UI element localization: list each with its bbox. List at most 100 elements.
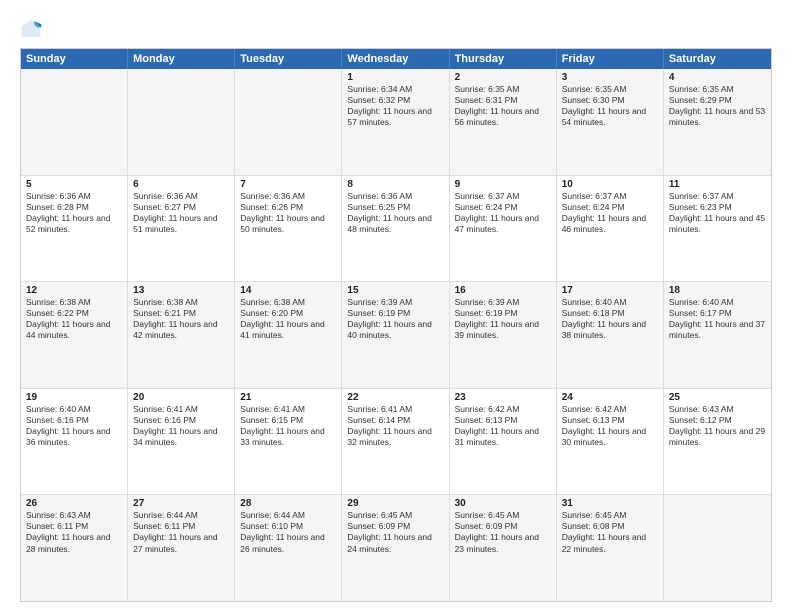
calendar-cell: 4Sunrise: 6:35 AM Sunset: 6:29 PM Daylig… xyxy=(664,69,771,175)
cell-info-text: Sunrise: 6:41 AM Sunset: 6:15 PM Dayligh… xyxy=(240,404,336,448)
calendar-cell: 7Sunrise: 6:36 AM Sunset: 6:26 PM Daylig… xyxy=(235,176,342,282)
cell-info-text: Sunrise: 6:36 AM Sunset: 6:26 PM Dayligh… xyxy=(240,191,336,235)
calendar-cell: 26Sunrise: 6:43 AM Sunset: 6:11 PM Dayli… xyxy=(21,495,128,601)
calendar-cell: 31Sunrise: 6:45 AM Sunset: 6:08 PM Dayli… xyxy=(557,495,664,601)
cell-info-text: Sunrise: 6:39 AM Sunset: 6:19 PM Dayligh… xyxy=(455,297,551,341)
cell-info-text: Sunrise: 6:37 AM Sunset: 6:24 PM Dayligh… xyxy=(562,191,658,235)
calendar-row: 5Sunrise: 6:36 AM Sunset: 6:28 PM Daylig… xyxy=(21,176,771,283)
calendar-cell: 24Sunrise: 6:42 AM Sunset: 6:13 PM Dayli… xyxy=(557,389,664,495)
calendar-cell xyxy=(235,69,342,175)
calendar: SundayMondayTuesdayWednesdayThursdayFrid… xyxy=(20,48,772,602)
cell-info-text: Sunrise: 6:45 AM Sunset: 6:09 PM Dayligh… xyxy=(455,510,551,554)
cell-info-text: Sunrise: 6:42 AM Sunset: 6:13 PM Dayligh… xyxy=(455,404,551,448)
calendar-row: 26Sunrise: 6:43 AM Sunset: 6:11 PM Dayli… xyxy=(21,495,771,601)
calendar-body: 1Sunrise: 6:34 AM Sunset: 6:32 PM Daylig… xyxy=(21,69,771,601)
calendar-cell xyxy=(21,69,128,175)
calendar-header-cell: Sunday xyxy=(21,49,128,69)
calendar-cell: 10Sunrise: 6:37 AM Sunset: 6:24 PM Dayli… xyxy=(557,176,664,282)
cell-info-text: Sunrise: 6:38 AM Sunset: 6:22 PM Dayligh… xyxy=(26,297,122,341)
calendar-cell: 28Sunrise: 6:44 AM Sunset: 6:10 PM Dayli… xyxy=(235,495,342,601)
calendar-header-cell: Saturday xyxy=(664,49,771,69)
calendar-header-cell: Thursday xyxy=(450,49,557,69)
day-number: 4 xyxy=(669,72,766,83)
calendar-cell: 14Sunrise: 6:38 AM Sunset: 6:20 PM Dayli… xyxy=(235,282,342,388)
calendar-cell: 27Sunrise: 6:44 AM Sunset: 6:11 PM Dayli… xyxy=(128,495,235,601)
calendar-cell: 22Sunrise: 6:41 AM Sunset: 6:14 PM Dayli… xyxy=(342,389,449,495)
day-number: 13 xyxy=(133,285,229,296)
calendar-row: 12Sunrise: 6:38 AM Sunset: 6:22 PM Dayli… xyxy=(21,282,771,389)
calendar-cell: 18Sunrise: 6:40 AM Sunset: 6:17 PM Dayli… xyxy=(664,282,771,388)
day-number: 3 xyxy=(562,72,658,83)
page: SundayMondayTuesdayWednesdayThursdayFrid… xyxy=(0,0,792,612)
cell-info-text: Sunrise: 6:41 AM Sunset: 6:14 PM Dayligh… xyxy=(347,404,443,448)
calendar-cell: 16Sunrise: 6:39 AM Sunset: 6:19 PM Dayli… xyxy=(450,282,557,388)
day-number: 15 xyxy=(347,285,443,296)
calendar-header-cell: Tuesday xyxy=(235,49,342,69)
cell-info-text: Sunrise: 6:35 AM Sunset: 6:29 PM Dayligh… xyxy=(669,84,766,128)
calendar-header-cell: Monday xyxy=(128,49,235,69)
day-number: 8 xyxy=(347,179,443,190)
cell-info-text: Sunrise: 6:36 AM Sunset: 6:28 PM Dayligh… xyxy=(26,191,122,235)
calendar-cell: 1Sunrise: 6:34 AM Sunset: 6:32 PM Daylig… xyxy=(342,69,449,175)
calendar-cell: 29Sunrise: 6:45 AM Sunset: 6:09 PM Dayli… xyxy=(342,495,449,601)
calendar-cell: 12Sunrise: 6:38 AM Sunset: 6:22 PM Dayli… xyxy=(21,282,128,388)
calendar-cell: 2Sunrise: 6:35 AM Sunset: 6:31 PM Daylig… xyxy=(450,69,557,175)
header xyxy=(20,18,772,40)
cell-info-text: Sunrise: 6:35 AM Sunset: 6:31 PM Dayligh… xyxy=(455,84,551,128)
cell-info-text: Sunrise: 6:38 AM Sunset: 6:20 PM Dayligh… xyxy=(240,297,336,341)
cell-info-text: Sunrise: 6:45 AM Sunset: 6:08 PM Dayligh… xyxy=(562,510,658,554)
cell-info-text: Sunrise: 6:38 AM Sunset: 6:21 PM Dayligh… xyxy=(133,297,229,341)
calendar-cell: 15Sunrise: 6:39 AM Sunset: 6:19 PM Dayli… xyxy=(342,282,449,388)
day-number: 9 xyxy=(455,179,551,190)
calendar-header-cell: Wednesday xyxy=(342,49,449,69)
day-number: 24 xyxy=(562,392,658,403)
day-number: 17 xyxy=(562,285,658,296)
cell-info-text: Sunrise: 6:44 AM Sunset: 6:10 PM Dayligh… xyxy=(240,510,336,554)
calendar-cell: 25Sunrise: 6:43 AM Sunset: 6:12 PM Dayli… xyxy=(664,389,771,495)
day-number: 14 xyxy=(240,285,336,296)
day-number: 16 xyxy=(455,285,551,296)
calendar-cell: 5Sunrise: 6:36 AM Sunset: 6:28 PM Daylig… xyxy=(21,176,128,282)
day-number: 27 xyxy=(133,498,229,509)
cell-info-text: Sunrise: 6:36 AM Sunset: 6:25 PM Dayligh… xyxy=(347,191,443,235)
calendar-cell: 6Sunrise: 6:36 AM Sunset: 6:27 PM Daylig… xyxy=(128,176,235,282)
calendar-cell: 3Sunrise: 6:35 AM Sunset: 6:30 PM Daylig… xyxy=(557,69,664,175)
day-number: 28 xyxy=(240,498,336,509)
cell-info-text: Sunrise: 6:45 AM Sunset: 6:09 PM Dayligh… xyxy=(347,510,443,554)
cell-info-text: Sunrise: 6:43 AM Sunset: 6:11 PM Dayligh… xyxy=(26,510,122,554)
calendar-cell: 17Sunrise: 6:40 AM Sunset: 6:18 PM Dayli… xyxy=(557,282,664,388)
calendar-cell: 11Sunrise: 6:37 AM Sunset: 6:23 PM Dayli… xyxy=(664,176,771,282)
day-number: 2 xyxy=(455,72,551,83)
calendar-cell: 19Sunrise: 6:40 AM Sunset: 6:16 PM Dayli… xyxy=(21,389,128,495)
day-number: 1 xyxy=(347,72,443,83)
day-number: 11 xyxy=(669,179,766,190)
day-number: 19 xyxy=(26,392,122,403)
calendar-cell xyxy=(664,495,771,601)
day-number: 18 xyxy=(669,285,766,296)
day-number: 5 xyxy=(26,179,122,190)
cell-info-text: Sunrise: 6:36 AM Sunset: 6:27 PM Dayligh… xyxy=(133,191,229,235)
calendar-cell: 13Sunrise: 6:38 AM Sunset: 6:21 PM Dayli… xyxy=(128,282,235,388)
cell-info-text: Sunrise: 6:44 AM Sunset: 6:11 PM Dayligh… xyxy=(133,510,229,554)
day-number: 12 xyxy=(26,285,122,296)
cell-info-text: Sunrise: 6:39 AM Sunset: 6:19 PM Dayligh… xyxy=(347,297,443,341)
day-number: 22 xyxy=(347,392,443,403)
cell-info-text: Sunrise: 6:35 AM Sunset: 6:30 PM Dayligh… xyxy=(562,84,658,128)
day-number: 6 xyxy=(133,179,229,190)
day-number: 21 xyxy=(240,392,336,403)
calendar-row: 1Sunrise: 6:34 AM Sunset: 6:32 PM Daylig… xyxy=(21,69,771,176)
day-number: 10 xyxy=(562,179,658,190)
logo-icon xyxy=(20,18,42,40)
calendar-cell: 30Sunrise: 6:45 AM Sunset: 6:09 PM Dayli… xyxy=(450,495,557,601)
logo xyxy=(20,18,46,40)
cell-info-text: Sunrise: 6:42 AM Sunset: 6:13 PM Dayligh… xyxy=(562,404,658,448)
day-number: 29 xyxy=(347,498,443,509)
cell-info-text: Sunrise: 6:40 AM Sunset: 6:18 PM Dayligh… xyxy=(562,297,658,341)
day-number: 30 xyxy=(455,498,551,509)
cell-info-text: Sunrise: 6:37 AM Sunset: 6:23 PM Dayligh… xyxy=(669,191,766,235)
cell-info-text: Sunrise: 6:40 AM Sunset: 6:17 PM Dayligh… xyxy=(669,297,766,341)
calendar-cell: 21Sunrise: 6:41 AM Sunset: 6:15 PM Dayli… xyxy=(235,389,342,495)
cell-info-text: Sunrise: 6:40 AM Sunset: 6:16 PM Dayligh… xyxy=(26,404,122,448)
calendar-header-row: SundayMondayTuesdayWednesdayThursdayFrid… xyxy=(21,49,771,69)
day-number: 26 xyxy=(26,498,122,509)
